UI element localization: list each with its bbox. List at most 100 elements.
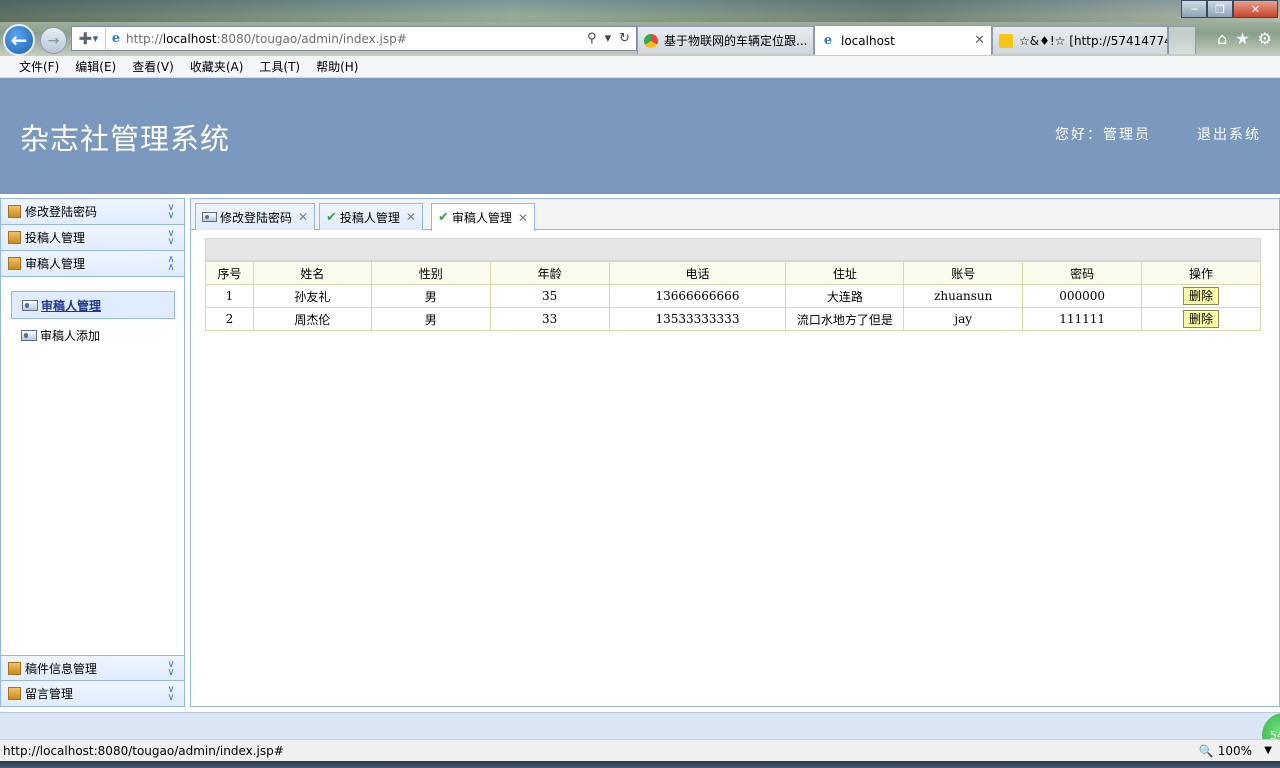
tab-label: 审稿人管理 (451, 211, 512, 225)
tab-reviewers[interactable]: ✔ 审稿人管理 ✕ (431, 203, 535, 231)
tab-label: 基于物联网的车辆定位跟... (664, 34, 808, 48)
sidebar-link-reviewer-manage[interactable]: 审稿人管理 (11, 291, 175, 319)
column-header: 姓名 (252, 261, 372, 285)
reviewers-table: 序号 姓名 性别 年龄 电话 住址 账号 密码 操作 1 孙友礼 男 35 13… (205, 261, 1261, 331)
link-label: 审稿人添加 (40, 328, 101, 343)
address-bar[interactable]: ➕▾ e http://localhost:8080/tougao/admin/… (71, 26, 637, 51)
cell-age: 33 (489, 307, 610, 331)
sidebar-link-reviewer-add[interactable]: 审稿人添加 (11, 321, 175, 349)
zoom-control[interactable]: 🔍 100% (1199, 744, 1252, 758)
logout-link[interactable]: 退出系统 (1197, 124, 1261, 144)
grid-toolbar (205, 238, 1261, 261)
collapse-icon[interactable]: ∧ ∧ (165, 255, 177, 273)
close-tab-icon[interactable]: ✕ (974, 33, 985, 48)
column-header: 序号 (205, 261, 254, 285)
browser-tab-1[interactable]: e localhost ✕ (814, 25, 992, 55)
tab-contributors[interactable]: ✔ 投稿人管理 ✕ (319, 203, 423, 230)
cell-no: 1 (205, 284, 254, 308)
forward-button[interactable]: → (40, 27, 67, 54)
cell-phone: 13666666666 (608, 284, 787, 308)
column-header: 账号 (903, 261, 1024, 285)
greeting-text: 您好：管理员 (1055, 127, 1151, 143)
main-panel: 修改登陆密码 ✕ ✔ 投稿人管理 ✕ ✔ 审稿人管理 ✕ 序号 姓名 性别 年龄… (190, 198, 1280, 707)
zoom-level: 100% (1217, 743, 1252, 758)
menu-tools[interactable]: 工具(T) (251, 58, 308, 75)
contact-card-icon (21, 329, 37, 341)
refresh-icon[interactable]: ↻ (619, 31, 630, 46)
favorites-star-icon[interactable]: ★ (1235, 29, 1249, 48)
browser-tab-0[interactable]: 基于物联网的车辆定位跟... (637, 26, 814, 54)
close-icon[interactable]: ✕ (298, 210, 308, 224)
sidebar: 修改登陆密码 ∨ ∨ 投稿人管理 ∨ ∨ 审稿人管理 ∧ ∧ 审稿人管理 审稿人添加 … (0, 198, 185, 707)
expand-icon[interactable]: ∨ ∨ (165, 229, 177, 247)
folder-icon (8, 231, 21, 244)
dropdown-icon[interactable]: ▾ (605, 31, 612, 46)
cell-gender: 男 (370, 284, 491, 308)
menu-help[interactable]: 帮助(H) (308, 58, 366, 75)
folder-icon (8, 661, 21, 675)
zoom-dropdown-icon[interactable]: ▼ (1264, 745, 1272, 756)
ie-favicon-icon: e (823, 33, 833, 48)
cell-gender: 男 (370, 307, 491, 331)
delete-button[interactable]: 删除 (1183, 287, 1220, 305)
back-button[interactable]: ← (3, 24, 35, 56)
gear-icon[interactable]: ⚙ (1258, 29, 1272, 48)
tab-label: 修改登陆密码 (220, 210, 293, 225)
reviewers-panel: 审稿人管理 审稿人添加 (1, 279, 184, 656)
tab-label: 投稿人管理 (339, 210, 400, 225)
menu-file[interactable]: 文件(F) (11, 58, 67, 75)
close-icon[interactable]: ✕ (518, 211, 528, 225)
sidebar-section-change-password[interactable]: 修改登陆密码 ∨ ∨ (1, 199, 184, 225)
status-bar: http://localhost:8080/tougao/admin/index… (0, 739, 1280, 761)
home-icon[interactable]: ⌂ (1217, 29, 1227, 48)
section-label: 留言管理 (25, 687, 74, 701)
section-label: 修改登陆密码 (25, 205, 98, 219)
menu-bar: 文件(F) 编辑(E) 查看(V) 收藏夹(A) 工具(T) 帮助(H) (0, 56, 1280, 78)
search-icon[interactable]: ⚲ (587, 31, 597, 46)
browser-tab-2[interactable]: ☆&♦!☆ [http://57414774... (992, 26, 1168, 54)
app-header: 杂志社管理系统 您好：管理员 退出系统 (0, 78, 1280, 194)
menu-view[interactable]: 查看(V) (124, 58, 182, 75)
delete-button[interactable]: 删除 (1183, 310, 1220, 328)
expand-icon[interactable]: ∨ ∨ (165, 203, 177, 221)
sidebar-section-manuscripts[interactable]: 稿件信息管理 ∨ ∨ (1, 655, 184, 681)
taskbar (0, 761, 1280, 768)
cell-account: jay (903, 307, 1024, 331)
cell-action: 删除 (1141, 307, 1261, 331)
cell-no: 2 (205, 307, 254, 331)
cell-address: 流口水地方了但是 (785, 307, 905, 331)
close-window-icon[interactable]: ✕ (1233, 0, 1278, 18)
section-label: 审稿人管理 (25, 257, 86, 271)
tab-change-password[interactable]: 修改登陆密码 ✕ (195, 203, 316, 230)
column-header: 电话 (608, 261, 787, 285)
address-url[interactable]: http://localhost:8080/tougao/admin/index… (126, 32, 587, 46)
cell-age: 35 (489, 284, 610, 308)
contact-card-icon (22, 299, 38, 311)
star-favicon-icon (999, 33, 1013, 48)
menu-favorites[interactable]: 收藏夹(A) (182, 58, 252, 75)
compat-view-icon[interactable]: ➕▾ (72, 27, 106, 50)
restore-icon[interactable]: ❐ (1207, 0, 1233, 18)
cell-action: 删除 (1141, 284, 1261, 308)
folder-icon (8, 205, 21, 218)
sidebar-section-reviewers[interactable]: 审稿人管理 ∧ ∧ (1, 251, 184, 277)
expand-icon[interactable]: ∨ ∨ (165, 685, 177, 703)
table-row: 1 孙友礼 男 35 13666666666 大连路 zhuansun 0000… (205, 284, 1261, 308)
menu-edit[interactable]: 编辑(E) (67, 58, 124, 75)
browser-chrome: ← → ➕▾ e http://localhost:8080/tougao/ad… (0, 0, 1280, 56)
sidebar-section-contributors[interactable]: 投稿人管理 ∨ ∨ (1, 225, 184, 251)
close-icon[interactable]: ✕ (406, 210, 416, 224)
minimize-icon[interactable]: ─ (1181, 0, 1207, 18)
cell-address: 大连路 (785, 284, 905, 308)
sidebar-section-messages[interactable]: 留言管理 ∨ ∨ (1, 681, 184, 707)
ie-logo-icon: e (111, 31, 121, 46)
checkmark-icon: ✔ (438, 210, 449, 225)
table-row: 2 周杰伦 男 33 13533333333 流口水地方了但是 jay 1111… (205, 307, 1261, 331)
new-tab-button[interactable] (1168, 26, 1196, 54)
expand-icon[interactable]: ∨ ∨ (165, 660, 177, 678)
tab-label: ☆&♦!☆ [http://57414774... (1019, 33, 1168, 48)
cell-phone: 13533333333 (608, 307, 787, 331)
tab-label: localhost (841, 33, 895, 48)
tab-strip: 修改登陆密码 ✕ ✔ 投稿人管理 ✕ ✔ 审稿人管理 ✕ (191, 199, 1279, 231)
column-header: 密码 (1022, 261, 1143, 285)
